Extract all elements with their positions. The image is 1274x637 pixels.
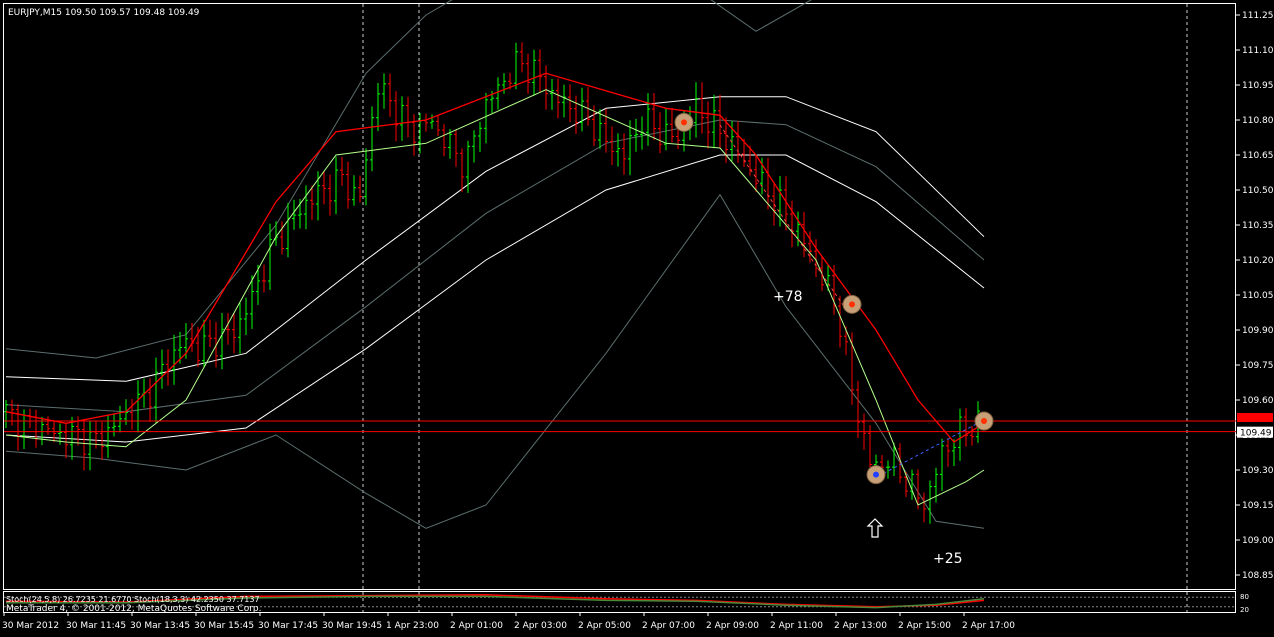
price-tick-label: 110.95 [1242, 81, 1274, 91]
red-line-price-box [1237, 413, 1273, 422]
copyright-text: MetaTrader 4, © 2001-2012, MetaQuotes So… [6, 604, 262, 614]
price-tick-label: 109.00 [1242, 536, 1274, 546]
price-tick-label: 111.25 [1242, 11, 1274, 21]
price-tick-label: 108.85 [1242, 571, 1274, 581]
time-tick-label: 30 Mar 19:45 [322, 621, 382, 631]
price-chart[interactable]: +78 +25 EURJPY,M15 109.50 109.57 109.48 … [0, 0, 1274, 633]
price-tick-label: 110.20 [1242, 256, 1274, 266]
marker-buy-exit-dot [981, 418, 987, 424]
time-tick-label: 2 Apr 09:00 [706, 621, 759, 631]
trading-chart-window[interactable]: +78 +25 EURJPY,M15 109.50 109.57 109.48 … [0, 0, 1274, 633]
price-tick-label: 109.60 [1242, 396, 1274, 406]
time-tick-label: 2 Apr 05:00 [578, 621, 631, 631]
chart-header: EURJPY,M15 109.50 109.57 109.48 109.49 [8, 8, 200, 18]
price-tick-label: 109.90 [1242, 326, 1274, 336]
stoch-label: Stoch(24,5,8) 26.7235 21.6770 Stoch(18,3… [6, 595, 260, 604]
price-tick-label: 109.15 [1242, 501, 1274, 511]
marker-sell-entry-dot [681, 119, 687, 126]
price-tick-label: 110.65 [1242, 151, 1274, 161]
stoch-level-high: 80 [1240, 593, 1249, 601]
marker-sell-exit-dot [849, 301, 855, 308]
price-tick-label: 110.05 [1242, 291, 1274, 301]
time-tick-label: 2 Apr 15:00 [898, 621, 951, 631]
price-tick-label: 110.80 [1242, 116, 1274, 126]
time-tick-label: 2 Apr 17:00 [962, 621, 1015, 631]
time-tick-label: 30 Mar 2012 [2, 621, 59, 631]
price-tick-label: 110.35 [1242, 221, 1274, 231]
time-tick-label: 2 Apr 01:00 [450, 621, 503, 631]
annotation-profit-sell: +78 [773, 289, 803, 305]
time-tick-label: 2 Apr 03:00 [514, 621, 567, 631]
current-price-label: 109.49 [1240, 429, 1272, 439]
time-tick-label: 30 Mar 15:45 [194, 621, 254, 631]
time-tick-label: 1 Apr 23:00 [386, 621, 439, 631]
time-tick-label: 2 Apr 11:00 [770, 621, 823, 631]
time-tick-label: 30 Mar 11:45 [66, 621, 126, 631]
price-tick-label: 109.75 [1242, 361, 1274, 371]
time-tick-label: 2 Apr 13:00 [834, 621, 887, 631]
price-tick-label: 109.30 [1242, 466, 1274, 476]
chart-background [0, 0, 1274, 633]
time-tick-label: 2 Apr 07:00 [642, 621, 695, 631]
price-tick-label: 110.50 [1242, 186, 1274, 196]
time-tick-label: 30 Mar 17:45 [258, 621, 318, 631]
annotation-profit-buy: +25 [933, 551, 963, 567]
stoch-level-low: 20 [1240, 606, 1249, 614]
time-tick-label: 30 Mar 13:45 [130, 621, 190, 631]
marker-buy-entry-dot [873, 471, 879, 478]
price-tick-label: 111.10 [1242, 46, 1274, 56]
